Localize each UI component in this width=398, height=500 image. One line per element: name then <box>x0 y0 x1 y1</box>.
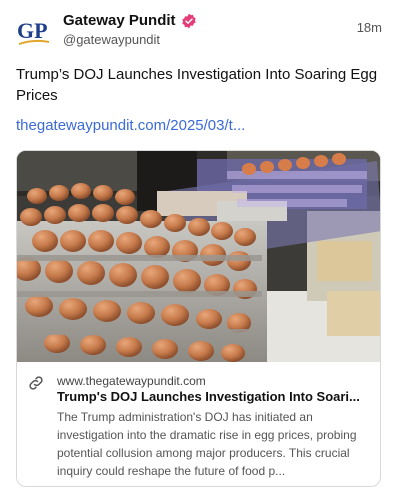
card-description: The Trump administration's DOJ has initi… <box>57 410 357 478</box>
author-handle[interactable]: @gatewaypundit <box>63 32 160 47</box>
post-link[interactable]: thegatewaypundit.com/2025/03/t... <box>16 117 245 134</box>
card-meta[interactable]: www.thegatewaypundit.com Trump's DOJ Lau… <box>17 362 380 486</box>
avatar-text: GP <box>17 18 48 43</box>
author-name[interactable]: Gateway Pundit <box>63 12 176 29</box>
post-header: GP Gateway Pundit @gatewaypundit 18m <box>16 10 382 50</box>
egg-trays-image[interactable] <box>17 151 381 362</box>
link-icon <box>29 376 43 390</box>
card-domain: www.thegatewaypundit.com <box>57 374 206 388</box>
post-text: Trump’s DOJ Launches Investigation Into … <box>16 66 378 104</box>
link-preview-card[interactable]: www.thegatewaypundit.com Trump's DOJ Lau… <box>16 150 381 487</box>
verified-badge-icon <box>181 13 196 28</box>
post-timestamp[interactable]: 18m <box>357 20 382 35</box>
author-name-row[interactable]: Gateway Pundit <box>63 12 197 29</box>
avatar[interactable]: GP <box>16 14 52 50</box>
card-title[interactable]: Trump's DOJ Launches Investigation Into … <box>57 389 373 404</box>
